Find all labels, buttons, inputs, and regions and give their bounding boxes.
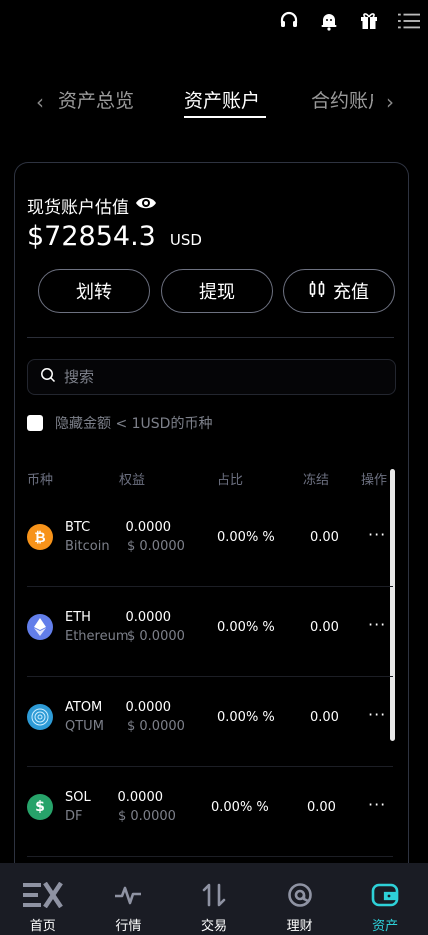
ex-logo-icon <box>22 881 63 909</box>
valuation-amount-row: $72854.3 USD <box>27 221 202 252</box>
withdraw-button[interactable]: 提现 <box>161 269 273 313</box>
coin-symbol: ATOM <box>65 700 103 715</box>
active-tab-underline <box>184 116 266 118</box>
deposit-icon <box>309 280 325 303</box>
valuation-currency: USD <box>169 231 202 249</box>
nav-trade-label: 交易 <box>200 919 227 934</box>
row-divider <box>27 856 393 857</box>
coin-balance: 0.0000 <box>117 790 164 805</box>
coin-symbol: BTC <box>65 520 91 535</box>
ethereum-icon <box>27 614 53 640</box>
nav-finance-label: 理财 <box>286 919 313 934</box>
nav-market-label: 行情 <box>115 919 142 934</box>
header-action: 操作 <box>361 473 388 488</box>
coin-usd-value: $ 0.0000 <box>127 629 185 644</box>
pulse-icon <box>114 881 142 909</box>
tab-contract-account[interactable]: 合约账户 <box>311 86 373 113</box>
search-icon <box>40 367 56 387</box>
chevron-left-icon[interactable]: ‹ <box>36 90 44 114</box>
coin-symbol: SOL <box>65 790 91 805</box>
coin-name: DF <box>65 809 83 824</box>
coin-usd-value: $ 0.0000 <box>127 719 185 734</box>
header-share: 占比 <box>217 473 244 488</box>
coin-frozen: 0.00 <box>310 620 339 635</box>
nav-assets[interactable]: 资产 <box>342 863 428 935</box>
swap-arrows-icon <box>201 881 227 909</box>
tab-asset-overview[interactable]: 资产总览 <box>58 86 134 113</box>
nav-market[interactable]: 行情 <box>86 863 172 935</box>
coin-frozen: 0.00 <box>310 530 339 545</box>
bell-icon[interactable] <box>318 10 340 32</box>
valuation-amount: $72854.3 <box>27 221 156 252</box>
hide-small-label: 隐藏金额 < 1USD的币种 <box>55 416 213 432</box>
more-options-icon[interactable]: ··· <box>368 615 386 634</box>
sol-icon: $ <box>27 794 53 820</box>
deposit-button[interactable]: 充值 <box>283 269 395 313</box>
tab-asset-account[interactable]: 资产账户 <box>184 86 260 113</box>
coin-balance: 0.0000 <box>125 520 172 535</box>
coin-share: 0.00% % <box>217 710 275 725</box>
hide-small-balances: 隐藏金额 < 1USD的币种 <box>27 413 212 433</box>
bitcoin-icon: ₿ <box>27 524 53 550</box>
gift-icon[interactable] <box>358 10 380 32</box>
atom-icon <box>27 704 53 730</box>
spot-account-card: 现货账户估值 $72854.3 USD 划转 提现 充值 隐藏金额 < 1USD… <box>14 162 409 922</box>
deposit-label: 充值 <box>333 282 369 303</box>
coin-balance: 0.0000 <box>125 700 172 715</box>
transfer-button[interactable]: 划转 <box>38 269 150 313</box>
coin-share: 0.00% % <box>211 800 269 815</box>
table-row[interactable]: ATOM QTUM 0.0000 $ 0.0000 0.00% % 0.00 ·… <box>15 677 393 767</box>
search-box <box>27 359 396 395</box>
nav-trade[interactable]: 交易 <box>171 863 257 935</box>
valuation-label-row: 现货账户估值 <box>27 193 157 218</box>
header-coin: 币种 <box>27 473 54 488</box>
more-options-icon[interactable]: ··· <box>368 525 386 544</box>
top-toolbar <box>278 8 420 34</box>
nav-assets-label: 资产 <box>372 919 399 934</box>
coin-frozen: 0.00 <box>310 710 339 725</box>
coin-share: 0.00% % <box>217 620 275 635</box>
chevron-right-icon[interactable]: › <box>386 90 394 114</box>
withdraw-label: 提现 <box>199 282 235 303</box>
coin-usd-value: $ 0.0000 <box>118 809 176 824</box>
table-row[interactable]: ETH Ethereum 0.0000 $ 0.0000 0.00% % 0.0… <box>15 587 393 677</box>
headset-icon[interactable] <box>278 10 300 32</box>
table-row[interactable]: $ SOL DF 0.0000 $ 0.0000 0.00% % 0.00 ··… <box>15 767 393 857</box>
coin-name: Bitcoin <box>65 539 110 554</box>
valuation-label: 现货账户估值 <box>27 198 129 218</box>
transfer-label: 划转 <box>76 282 112 303</box>
coin-name: Ethereum <box>65 629 129 644</box>
account-tabs: ‹ 资产总览 资产账户 合约账户 › <box>0 84 428 124</box>
more-options-icon[interactable]: ··· <box>368 795 386 814</box>
more-options-icon[interactable]: ··· <box>368 705 386 724</box>
search-input[interactable] <box>64 368 364 386</box>
coin-usd-value: $ 0.0000 <box>127 539 185 554</box>
hide-small-checkbox[interactable] <box>27 415 43 431</box>
coin-balance: 0.0000 <box>125 610 172 625</box>
nav-finance[interactable]: 理财 <box>257 863 343 935</box>
divider <box>27 337 394 338</box>
coin-frozen: 0.00 <box>307 800 336 815</box>
header-equity: 权益 <box>119 473 146 488</box>
eye-icon[interactable] <box>135 195 157 216</box>
header-frozen: 冻结 <box>303 473 330 488</box>
coin-name: QTUM <box>65 719 104 734</box>
nav-home-label: 首页 <box>29 919 56 934</box>
finance-icon <box>287 881 313 909</box>
bottom-nav: 首页 行情 交易 理财 资产 <box>0 863 428 935</box>
coin-share: 0.00% % <box>217 530 275 545</box>
coin-symbol: ETH <box>65 610 91 625</box>
nav-home[interactable]: 首页 <box>0 863 86 935</box>
menu-icon[interactable] <box>398 10 420 32</box>
wallet-icon <box>371 881 399 909</box>
table-row[interactable]: ₿ BTC Bitcoin 0.0000 $ 0.0000 0.00% % 0.… <box>15 497 393 587</box>
